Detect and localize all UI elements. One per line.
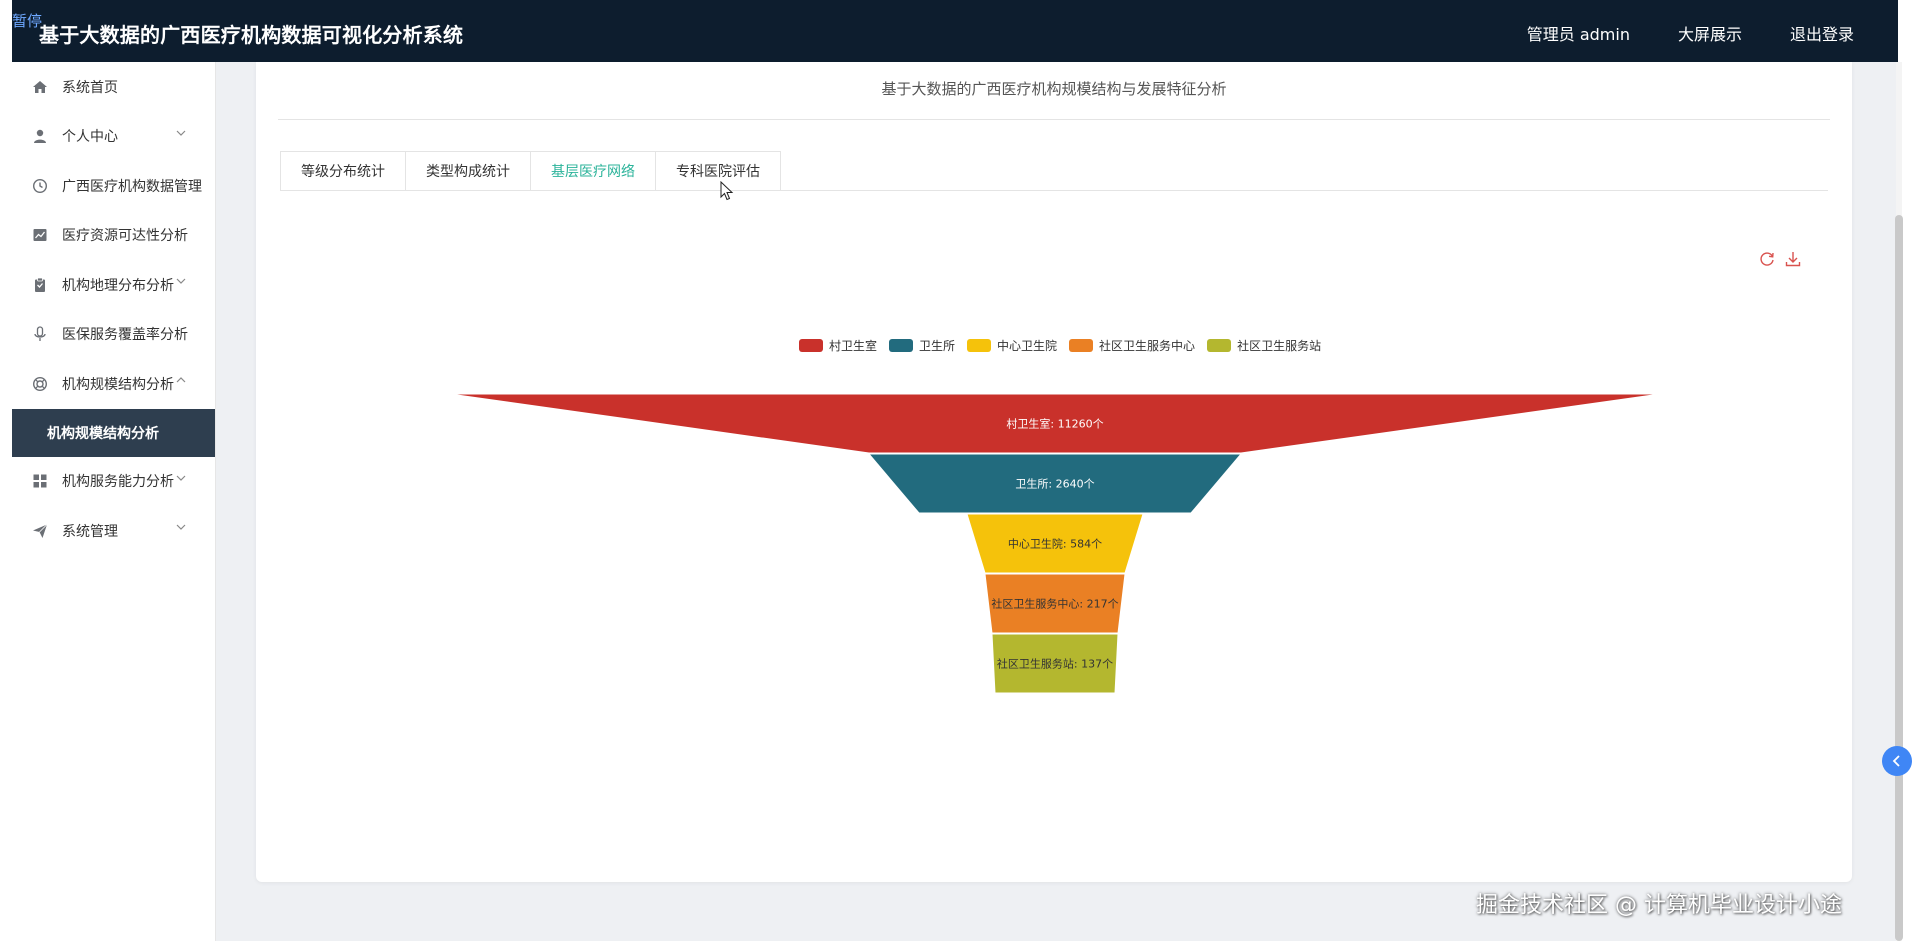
sidebar-item-scale-structure[interactable]: 机构规模结构分析	[12, 359, 215, 409]
sidebar-subitem-label: 机构规模结构分析	[47, 425, 159, 442]
chevron-down-icon	[175, 127, 187, 139]
clock-icon	[32, 178, 48, 194]
sidebar-item-service-capacity[interactable]: 机构服务能力分析	[12, 457, 215, 507]
top-header: 暂停 基于大数据的广西医疗机构数据可视化分析系统 管理员 admin 大屏展示 …	[12, 0, 1898, 62]
chevron-down-icon	[175, 472, 187, 484]
funnel-segment[interactable]	[984, 573, 1126, 634]
tab-type-composition[interactable]: 类型构成统计	[405, 151, 530, 191]
sidebar-item-label: 机构规模结构分析	[62, 376, 174, 393]
microphone-icon	[32, 326, 48, 342]
legend-label: 卫生所	[919, 339, 956, 353]
tab-specialty-hospital[interactable]: 专科医院评估	[655, 151, 781, 191]
legend-label: 社区卫生服务中心	[1099, 339, 1196, 353]
logout-link[interactable]: 退出登录	[1790, 21, 1854, 45]
mouse-cursor-icon	[720, 181, 734, 201]
legend-swatch	[799, 339, 823, 352]
chevron-down-icon	[175, 521, 187, 533]
legend-swatch	[967, 339, 992, 352]
scrollbar-thumb[interactable]	[1895, 215, 1903, 941]
page-title: 基于大数据的广西医疗机构规模结构与发展特征分析	[881, 80, 1227, 98]
sidebar-item-label: 系统首页	[62, 79, 118, 96]
legend-item[interactable]: 村卫生室	[799, 337, 877, 354]
legend-swatch	[1069, 339, 1094, 352]
legend-label: 社区卫生服务站	[1237, 339, 1322, 353]
user-icon	[32, 128, 48, 144]
sidebar-item-geo-distribution[interactable]: 机构地理分布分析	[12, 260, 215, 310]
funnel-segment[interactable]	[966, 513, 1144, 574]
sidebar-item-label: 医疗资源可达性分析	[62, 228, 188, 245]
sidebar-subitem-scale-structure[interactable]: 机构规模结构分析	[12, 408, 215, 457]
admin-user-link[interactable]: 管理员 admin	[1527, 21, 1630, 45]
tab-grade-distribution[interactable]: 等级分布统计	[280, 151, 405, 191]
send-icon	[32, 523, 48, 539]
home-icon	[32, 79, 48, 95]
sidebar: 系统首页 个人中心 广西医疗机构数据管理 医疗资源可达性分析 机构地理分布分析	[12, 62, 216, 941]
collapse-handle[interactable]	[1882, 746, 1912, 776]
sidebar-item-home[interactable]: 系统首页	[12, 62, 215, 112]
legend-item[interactable]: 社区卫生服务站	[1207, 337, 1321, 354]
chart-toolbox	[1758, 250, 1802, 268]
sidebar-item-data-management[interactable]: 广西医疗机构数据管理	[12, 161, 215, 211]
app-title: 基于大数据的广西医疗机构数据可视化分析系统	[39, 23, 464, 47]
sidebar-item-profile[interactable]: 个人中心	[12, 112, 215, 162]
divider	[278, 119, 1830, 120]
sidebar-item-label: 广西医疗机构数据管理	[62, 178, 202, 195]
tabs-divider	[280, 190, 1828, 191]
legend-item[interactable]: 中心卫生院	[967, 337, 1057, 354]
watermark: 掘金技术社区 @ 计算机毕业设计小途	[1476, 893, 1842, 918]
sidebar-item-label: 系统管理	[62, 523, 118, 540]
big-screen-link[interactable]: 大屏展示	[1678, 21, 1742, 45]
sidebar-item-insurance-coverage[interactable]: 医保服务覆盖率分析	[12, 310, 215, 360]
legend-label: 中心卫生院	[997, 339, 1058, 353]
sidebar-item-accessibility-analysis[interactable]: 医疗资源可达性分析	[12, 211, 215, 261]
chart-icon	[32, 227, 48, 243]
sidebar-item-label: 医保服务覆盖率分析	[62, 327, 188, 344]
legend-swatch	[1207, 339, 1232, 352]
chevron-down-icon	[175, 275, 187, 287]
top-nav: 管理员 admin 大屏展示 退出登录	[1527, 21, 1854, 45]
chevron-left-icon	[1890, 754, 1904, 768]
lifebuoy-icon	[32, 376, 48, 392]
clipboard-icon	[32, 277, 48, 293]
legend-swatch	[889, 339, 914, 352]
tab-bar: 等级分布统计 类型构成统计 基层医疗网络 专科医院评估	[280, 151, 781, 191]
sidebar-item-label: 机构地理分布分析	[62, 277, 174, 294]
legend-item[interactable]: 社区卫生服务中心	[1069, 337, 1195, 354]
chart-legend: 村卫生室 卫生所 中心卫生院 社区卫生服务中心 社区卫生服务站	[799, 337, 1333, 354]
sidebar-item-label: 个人中心	[62, 129, 118, 146]
funnel-segment[interactable]	[991, 633, 1119, 694]
tab-primary-care-network[interactable]: 基层医疗网络	[530, 151, 655, 191]
grid-icon	[32, 473, 48, 489]
legend-item[interactable]: 卫生所	[889, 337, 955, 354]
refresh-icon[interactable]	[1758, 250, 1776, 268]
sidebar-item-system-management[interactable]: 系统管理	[12, 506, 215, 556]
pause-tag: 暂停	[12, 12, 43, 30]
chevron-up-icon	[175, 374, 187, 386]
sidebar-item-label: 机构服务能力分析	[62, 474, 174, 491]
download-icon[interactable]	[1784, 250, 1802, 268]
funnel-segment[interactable]	[867, 453, 1243, 514]
legend-label: 村卫生室	[829, 339, 878, 353]
